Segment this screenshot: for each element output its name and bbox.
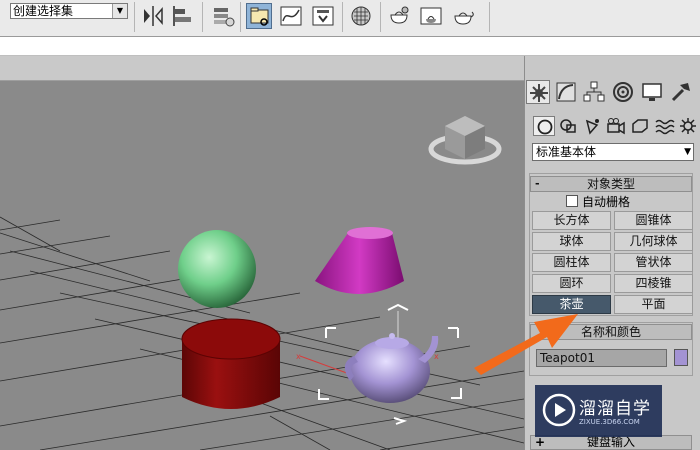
tube-button[interactable]: 管状体 (614, 253, 693, 272)
cylinder-button[interactable]: 圆柱体 (532, 253, 611, 272)
play-logo-icon (542, 393, 576, 427)
name-color-header[interactable]: 名称和颜色 (530, 324, 692, 340)
checkbox-icon[interactable] (566, 195, 578, 207)
toolbar-separator (342, 2, 343, 32)
collapse-icon: - (535, 177, 540, 190)
toolbar-separator (134, 2, 135, 32)
render-setup-icon[interactable] (386, 3, 412, 29)
perspective-viewport[interactable]: x x (0, 81, 524, 450)
align-icon[interactable] (170, 3, 196, 29)
space-warps-icon[interactable] (653, 116, 675, 136)
cylinder-object (181, 318, 281, 409)
svg-text:x: x (296, 352, 301, 361)
modify-icon[interactable] (554, 80, 578, 104)
render-production-icon[interactable] (450, 3, 476, 29)
material-editor-icon[interactable] (348, 3, 374, 29)
expand-icon: + (535, 435, 546, 449)
chevron-down-icon[interactable]: ▼ (684, 144, 691, 160)
teapot-button[interactable]: 茶壶 (532, 295, 611, 314)
ribbon-strip (0, 37, 700, 56)
cone-object (315, 227, 404, 294)
utilities-icon[interactable] (669, 80, 693, 104)
primitive-category-value: 标准基本体 (536, 145, 597, 159)
rendered-frame-icon[interactable] (418, 3, 444, 29)
geosphere-button[interactable]: 几何球体 (614, 232, 693, 251)
toolbar-separator (202, 2, 203, 32)
toolbar-separator (380, 2, 381, 32)
viewport-canvas: x x (0, 116, 524, 450)
toolbar-separator (240, 2, 241, 32)
primitive-category-dropdown[interactable]: 标准基本体 ▼ (532, 143, 694, 161)
watermark-url: ZIXUE.3D66.COM (579, 418, 640, 426)
scene-explorer-icon[interactable] (246, 3, 272, 29)
main-toolbar: 创建选择集 ▼ (0, 0, 700, 37)
schematic-view-icon[interactable] (310, 3, 336, 29)
object-type-title: 对象类型 (586, 177, 635, 191)
helpers-icon[interactable] (629, 116, 651, 136)
layer-manager-icon[interactable] (210, 3, 236, 29)
selection-set-dropdown[interactable]: 创建选择集 ▼ (10, 3, 128, 19)
chevron-down-icon[interactable]: ▼ (112, 4, 127, 18)
create-icon[interactable] (526, 80, 550, 104)
box-button[interactable]: 长方体 (532, 211, 611, 230)
motion-icon[interactable] (611, 80, 635, 104)
plane-button[interactable]: 平面 (614, 295, 693, 314)
sphere-object (178, 230, 256, 308)
toolbar-separator (489, 2, 490, 32)
lights-icon[interactable] (581, 116, 603, 136)
object-type-header[interactable]: - 对象类型 (530, 176, 692, 192)
watermark-logo: 溜溜自学 ZIXUE.3D66.COM (535, 385, 662, 437)
pyramid-button[interactable]: 四棱锥 (614, 274, 693, 293)
teapot-object: x x (296, 303, 462, 425)
selection-set-value: 创建选择集 (13, 4, 74, 18)
curve-editor-icon[interactable] (278, 3, 304, 29)
watermark-text: 溜溜自学 (579, 399, 651, 419)
autogrid-label: 自动栅格 (582, 195, 631, 209)
viewcube-icon (428, 116, 502, 165)
torus-button[interactable]: 圆环 (532, 274, 611, 293)
geometry-icon[interactable] (533, 116, 555, 136)
autogrid-checkbox[interactable]: 自动栅格 (566, 195, 630, 209)
svg-text:x: x (434, 352, 439, 361)
cameras-icon[interactable] (605, 116, 627, 136)
display-icon[interactable] (640, 80, 664, 104)
keyboard-entry-title: 键盘输入 (586, 435, 635, 449)
object-color-swatch[interactable] (674, 349, 688, 366)
cone-button[interactable]: 圆锥体 (614, 211, 693, 230)
name-color-title: 名称和颜色 (580, 325, 641, 339)
sphere-button[interactable]: 球体 (532, 232, 611, 251)
keyboard-entry-header[interactable]: + 键盘输入 (530, 435, 692, 450)
object-name-field[interactable]: Teapot01 (536, 349, 667, 367)
hierarchy-icon[interactable] (582, 80, 606, 104)
mirror-icon[interactable] (140, 3, 166, 29)
shapes-icon[interactable] (557, 116, 579, 136)
viewport-header (0, 56, 524, 81)
systems-icon[interactable] (677, 116, 699, 136)
